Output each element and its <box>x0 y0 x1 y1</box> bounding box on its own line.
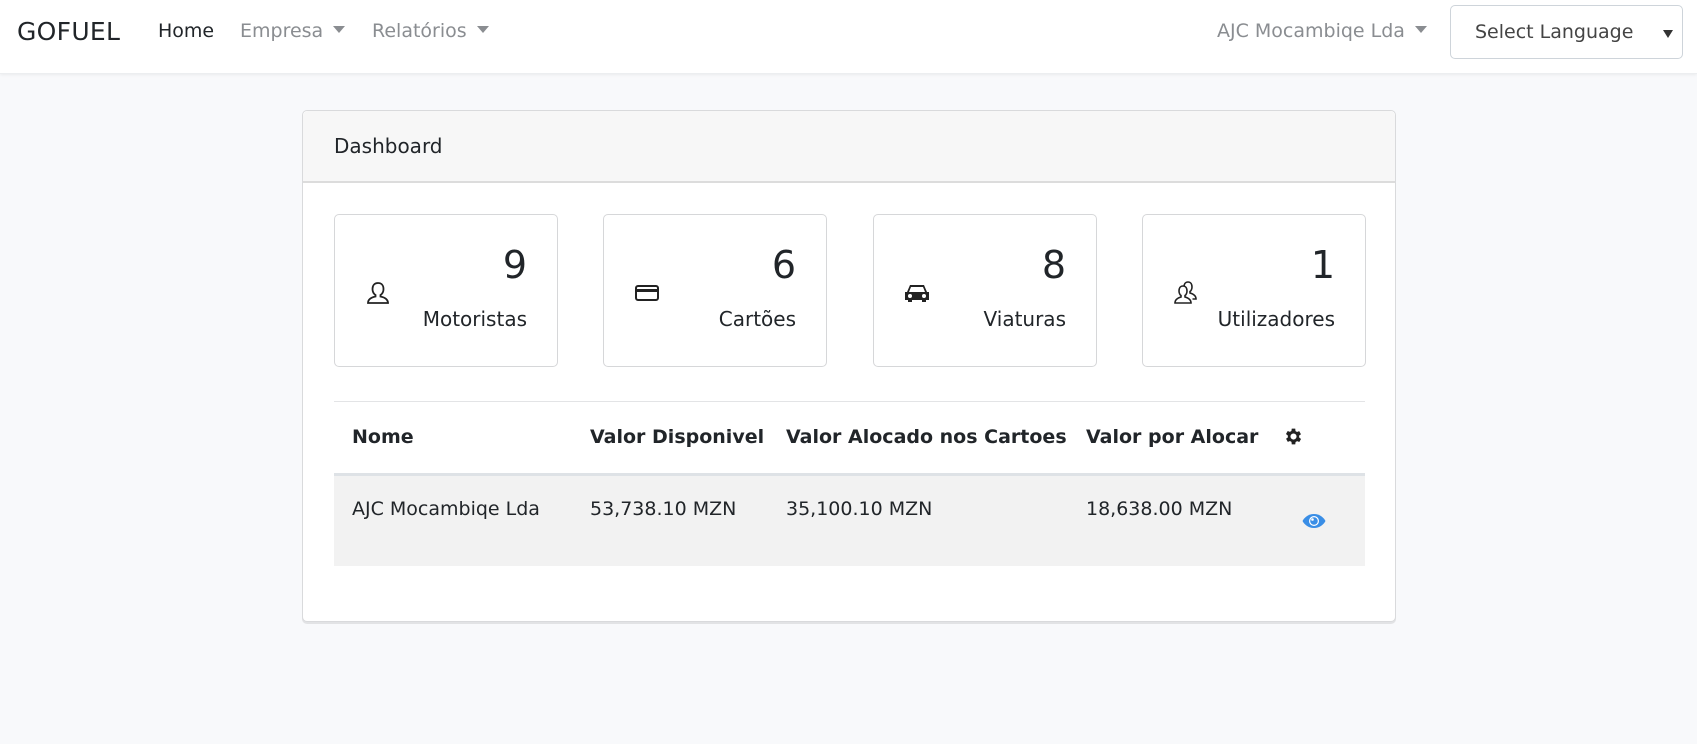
cell-valor-alocado: 35,100.10 MZN <box>768 474 1068 566</box>
col-valor-por-alocar: Valor por Alocar <box>1068 402 1265 476</box>
view-button[interactable] <box>1302 512 1326 534</box>
nav-home-label: Home <box>158 20 215 42</box>
credit-card-icon <box>635 285 659 301</box>
language-select[interactable]: Select Language <box>1450 5 1683 59</box>
stat-label: Viaturas <box>983 307 1066 331</box>
cell-valor-por-alocar: 18,638.00 MZN <box>1068 474 1265 566</box>
nav-empresa-dropdown[interactable]: Empresa <box>240 20 346 42</box>
stat-value: 6 <box>771 243 796 287</box>
stat-utilizadores[interactable]: 1 Utilizadores <box>1142 214 1366 367</box>
eye-icon <box>1302 513 1326 528</box>
stat-label: Motoristas <box>422 307 527 331</box>
stat-value: 8 <box>1041 243 1066 287</box>
cell-action <box>1265 474 1365 566</box>
caret-down-icon <box>476 26 489 33</box>
stat-label: Utilizadores <box>1217 307 1335 331</box>
stat-viaturas[interactable]: 8 Viaturas <box>873 214 1097 367</box>
select-arrow-icon <box>1663 30 1673 38</box>
car-icon <box>905 285 929 302</box>
col-valor-alocado: Valor Alocado nos Cartoes <box>768 402 1068 476</box>
nav-home[interactable]: Home <box>158 20 214 42</box>
cell-valor-disponivel: 53,738.10 MZN <box>572 474 768 566</box>
card-title: Dashboard <box>334 134 443 158</box>
col-valor-disponivel: Valor Disponivel <box>572 402 768 476</box>
caret-down-icon <box>1414 26 1427 33</box>
dashboard-card: Dashboard 9 Motoristas 6 Cartões 8 Viatu… <box>302 110 1396 622</box>
caret-down-icon <box>333 26 346 33</box>
gear-icon <box>1285 428 1302 445</box>
cell-nome: AJC Mocambiqe Lda <box>334 474 572 566</box>
company-dropdown[interactable]: AJC Mocambiqe Lda <box>1217 20 1427 42</box>
brand-logo[interactable]: GOFUEL <box>17 17 120 46</box>
stat-cartoes[interactable]: 6 Cartões <box>603 214 827 367</box>
user-icon <box>367 282 389 304</box>
stat-motoristas[interactable]: 9 Motoristas <box>334 214 558 367</box>
nav-empresa-label: Empresa <box>240 20 324 42</box>
stat-value: 9 <box>502 243 527 287</box>
card-header: Dashboard <box>303 111 1395 183</box>
table-header-row: Nome Valor Disponivel Valor Alocado nos … <box>334 402 1365 476</box>
col-nome: Nome <box>334 402 572 476</box>
company-label: AJC Mocambiqe Lda <box>1217 20 1405 42</box>
stat-value: 1 <box>1310 243 1335 287</box>
col-settings <box>1265 402 1365 476</box>
table-row: AJC Mocambiqe Lda 53,738.10 MZN 35,100.1… <box>334 474 1365 566</box>
nav-relatorios-label: Relatórios <box>372 20 467 42</box>
empresa-table: Nome Valor Disponivel Valor Alocado nos … <box>334 401 1365 566</box>
users-icon <box>1174 281 1197 304</box>
language-select-value: Select Language <box>1475 21 1634 43</box>
stat-label: Cartões <box>718 307 796 331</box>
nav-relatorios-dropdown[interactable]: Relatórios <box>372 20 489 42</box>
navbar: GOFUEL Home Empresa Relatórios AJC Mocam… <box>0 0 1697 74</box>
